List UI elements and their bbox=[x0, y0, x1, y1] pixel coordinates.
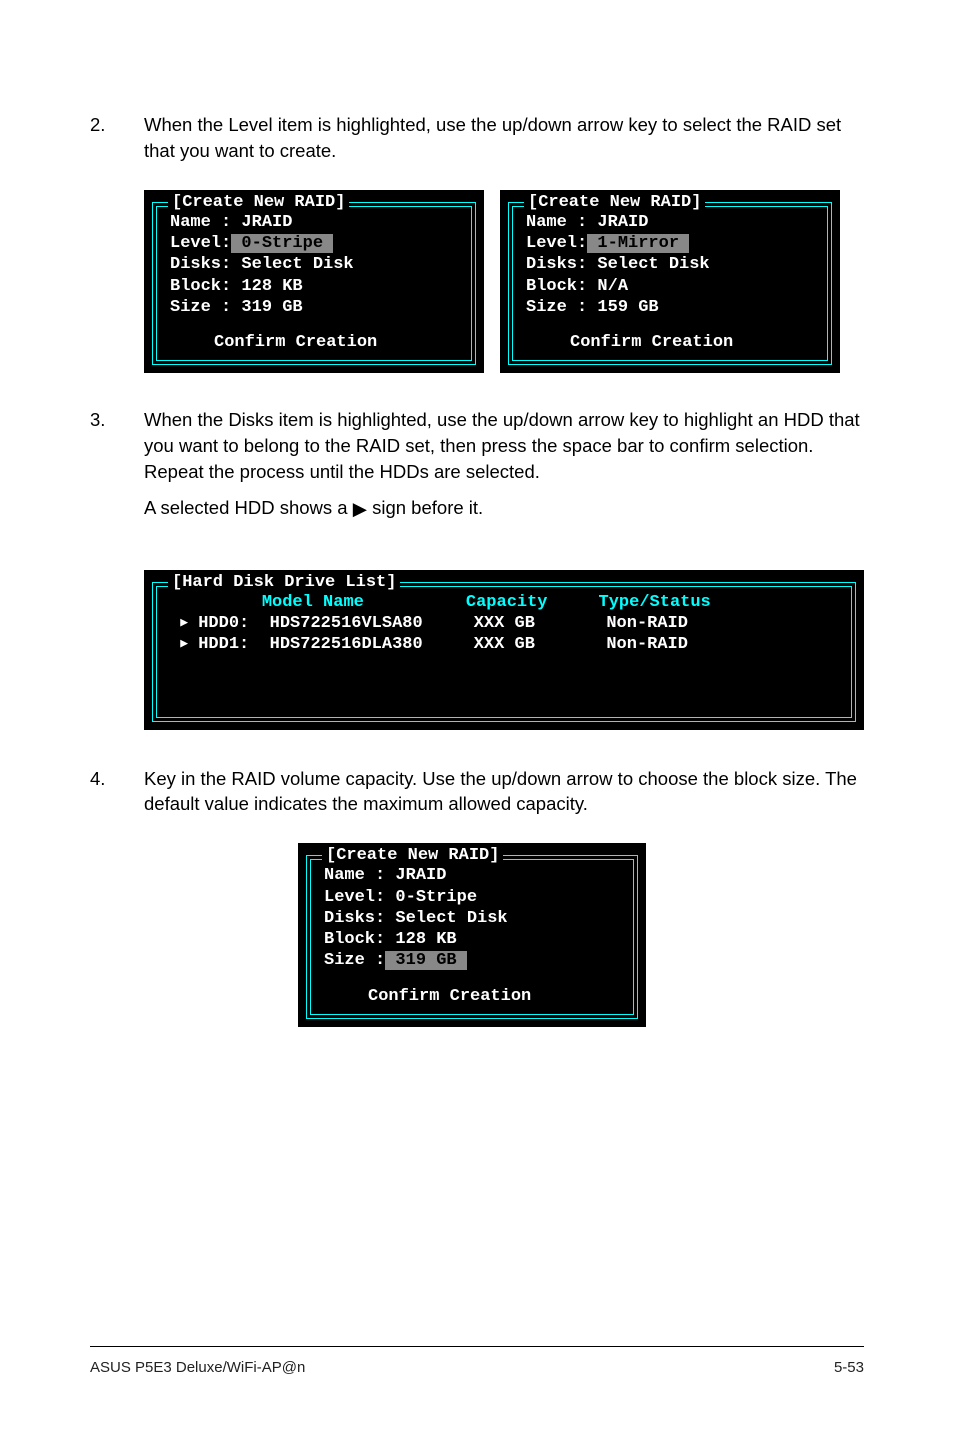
step-3: 3. When the Disks item is highlighted, u… bbox=[90, 407, 864, 526]
footer-left: ASUS P5E3 Deluxe/WiFi-AP@n bbox=[90, 1357, 305, 1378]
frame-title: [Create New RAID] bbox=[524, 192, 705, 213]
col-type: Type/Status bbox=[599, 593, 711, 612]
step-text: Key in the RAID volume capacity. Use the… bbox=[144, 766, 864, 822]
field-disks: Disks: Select Disk bbox=[170, 254, 462, 275]
col-model: Model Name bbox=[262, 593, 364, 612]
terminal-create-raid-mirror: [Create New RAID] Name : JRAID Level: 1-… bbox=[500, 190, 840, 374]
terminal-create-raid-stripe: [Create New RAID] Name : JRAID Level: 0-… bbox=[144, 190, 484, 374]
confirm-creation: Confirm Creation bbox=[324, 986, 624, 1007]
field-block: Block: N/A bbox=[526, 276, 818, 297]
field-size: Size : 159 GB bbox=[526, 297, 818, 318]
confirm-creation: Confirm Creation bbox=[526, 332, 818, 353]
terminal-pair: [Create New RAID] Name : JRAID Level: 0-… bbox=[144, 190, 864, 374]
field-level: Level: 0-Stripe bbox=[170, 233, 462, 254]
hdd-header-row: Model Name Capacity Type/Status bbox=[170, 592, 842, 613]
field-size: Size : 319 GB bbox=[324, 950, 624, 971]
step-number: 4. bbox=[90, 766, 144, 822]
step-text: When the Level item is highlighted, use … bbox=[144, 112, 864, 168]
frame-title: [Hard Disk Drive List] bbox=[168, 572, 400, 593]
terminal-create-raid-size: [Create New RAID] Name : JRAID Level: 0-… bbox=[298, 843, 646, 1027]
field-disks: Disks: Select Disk bbox=[526, 254, 818, 275]
field-name: Name : JRAID bbox=[526, 212, 818, 233]
field-disks: Disks: Select Disk bbox=[324, 908, 624, 929]
frame-title: [Create New RAID] bbox=[168, 192, 349, 213]
field-level: Level: 0-Stripe bbox=[324, 887, 624, 908]
field-name: Name : JRAID bbox=[324, 865, 624, 886]
step-2: 2. When the Level item is highlighted, u… bbox=[90, 112, 864, 168]
field-size: Size : 319 GB bbox=[170, 297, 462, 318]
col-capacity: Capacity bbox=[466, 593, 548, 612]
level-value-highlight: 1-Mirror bbox=[587, 234, 689, 253]
level-value-highlight: 0-Stripe bbox=[231, 234, 333, 253]
field-block: Block: 128 KB bbox=[170, 276, 462, 297]
triangle-right-icon: ▶ bbox=[180, 615, 188, 631]
footer-rule bbox=[90, 1346, 864, 1347]
footer-right: 5-53 bbox=[834, 1357, 864, 1378]
frame-title: [Create New RAID] bbox=[322, 845, 503, 866]
field-name: Name : JRAID bbox=[170, 212, 462, 233]
triangle-right-icon: ▶ bbox=[180, 636, 188, 652]
field-block: Block: 128 KB bbox=[324, 929, 624, 950]
step-text: When the Disks item is highlighted, use … bbox=[144, 407, 864, 526]
step-number: 3. bbox=[90, 407, 144, 526]
step-number: 2. bbox=[90, 112, 144, 168]
field-level: Level: 1-Mirror bbox=[526, 233, 818, 254]
terminal-hdd-list: [Hard Disk Drive List] Model Name Capaci… bbox=[144, 570, 864, 730]
page-footer: ASUS P5E3 Deluxe/WiFi-AP@n 5-53 bbox=[90, 1346, 864, 1378]
hdd-row: ▶ HDD0: HDS722516VLSA80 XXX GB Non-RAID bbox=[170, 613, 842, 634]
hdd-row: ▶ HDD1: HDS722516DLA380 XXX GB Non-RAID bbox=[170, 634, 842, 655]
size-value-highlight: 319 GB bbox=[385, 951, 467, 970]
step-4: 4. Key in the RAID volume capacity. Use … bbox=[90, 766, 864, 822]
confirm-creation: Confirm Creation bbox=[170, 332, 462, 353]
triangle-right-icon: ▶ bbox=[353, 496, 367, 522]
